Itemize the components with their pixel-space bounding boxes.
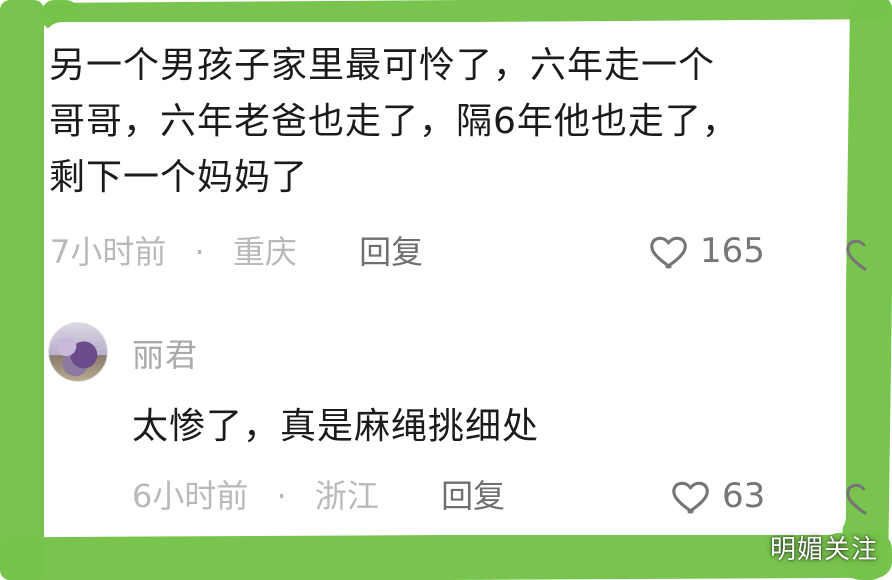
reply-dislike-icon[interactable]	[844, 476, 874, 520]
heart-icon	[650, 236, 687, 269]
comment-body: 另一个男孩子家里最可怜了，六年走一个 哥哥，六年老爸也走了，隔6年他也走了， 剩…	[49, 45, 739, 198]
watermark: 明媚关注	[769, 535, 878, 565]
green-highlighter-bottom	[0, 532, 892, 580]
reply-location: 浙江	[314, 477, 379, 515]
comment-screenshot: 另一个男孩子家里最可怜了，六年走一个 哥哥，六年老爸也走了，隔6年他也走了， 剩…	[0, 0, 892, 580]
reply-time: 6小时前	[132, 477, 249, 515]
broken-heart-icon	[846, 483, 867, 516]
green-highlighter-left	[0, 0, 44, 580]
dislike-icon[interactable]	[844, 232, 874, 276]
reply-reply-button[interactable]: 回复	[441, 476, 505, 516]
broken-heart-icon	[846, 239, 867, 272]
reply-like-button[interactable]: 63	[670, 474, 765, 518]
reply-meta-separator: ·	[276, 477, 287, 515]
comment-thread: 另一个男孩子家里最可怜了，六年走一个 哥哥，六年老爸也走了，隔6年他也走了， 剩…	[44, 22, 867, 535]
reply-body: 太惨了，真是麻绳挑细处	[132, 406, 540, 447]
like-button[interactable]: 165	[648, 229, 765, 273]
comment-time: 7小时前	[50, 233, 167, 271]
reply-username[interactable]: 丽君	[132, 330, 198, 376]
like-count: 165	[700, 231, 765, 271]
comment-meta: 7小时前 · 重庆 回复	[50, 230, 423, 272]
avatar[interactable]	[48, 322, 108, 382]
comment-location: 重庆	[232, 233, 297, 271]
reply-like-count: 63	[722, 476, 766, 516]
comment-meta-separator: ·	[194, 233, 205, 271]
heart-icon	[672, 481, 709, 514]
reply-meta: 6小时前 · 浙江 回复	[132, 474, 505, 516]
reply-button[interactable]: 回复	[359, 232, 423, 272]
